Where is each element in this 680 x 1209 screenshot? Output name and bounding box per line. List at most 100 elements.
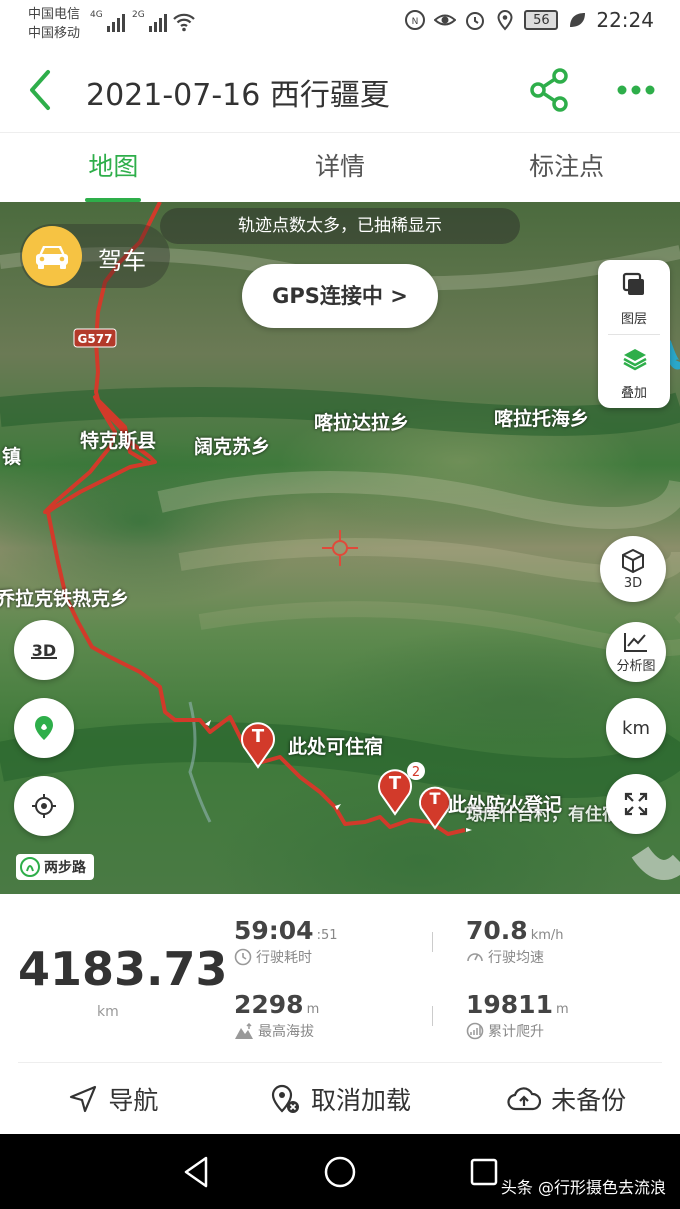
tab-bar: 地图 详情 标注点 [0, 132, 680, 202]
fullscreen-button[interactable] [606, 774, 666, 834]
svg-text:T: T [430, 789, 441, 808]
chevron-left-icon [30, 70, 50, 110]
climb-label: 累计爬升 [488, 1024, 544, 1040]
mountain-icon [235, 1022, 253, 1039]
signal-2-icon: 2G [132, 10, 167, 32]
map-notice: 轨迹点数太多，已抽稀显示 [160, 208, 520, 244]
stats-divider [18, 1062, 662, 1063]
climb-value: 19811 [466, 990, 553, 1019]
car-icon [22, 226, 82, 286]
distance-unit: km [97, 1004, 119, 1020]
max-altitude-value: 2298 [234, 990, 304, 1019]
carrier-labels: 中国电信 中国移动 [28, 5, 80, 43]
avg-speed-label: 行驶均速 [488, 950, 544, 966]
more-button[interactable] [612, 76, 660, 104]
overlay-label: 叠加 [620, 386, 647, 401]
max-altitude-unit: m [306, 1002, 320, 1017]
leaf-icon [570, 13, 586, 27]
tab-markers[interactable]: 标注点 [453, 133, 680, 202]
travel-mode-label: 驾车 [98, 247, 146, 275]
tab-map[interactable]: 地图 [0, 133, 227, 202]
eye-icon [434, 14, 457, 26]
svg-text:N: N [412, 17, 419, 27]
stack-icon [623, 349, 647, 371]
climb-unit: m [555, 1002, 569, 1017]
3d-tilt-button[interactable]: 3D [14, 620, 74, 680]
footprint-button[interactable] [14, 698, 74, 758]
line-chart-icon [624, 632, 647, 652]
clock-icon [234, 948, 252, 966]
3d-tilt-icon: 3D [31, 641, 57, 660]
marker-badge: 2 [412, 765, 420, 780]
cube-icon [622, 548, 644, 573]
analysis-label: 分析图 [616, 658, 656, 674]
track-stats: 4183.73 km 59:04:51 行驶耗时 70.8 km/h 行驶均速 2… [0, 894, 680, 1064]
divider [432, 932, 433, 952]
carrier-1: 中国电信 [28, 7, 81, 22]
alarm-icon [466, 12, 485, 30]
unit-button[interactable]: km [606, 698, 666, 758]
navigate-button[interactable]: 导航 [0, 1064, 227, 1134]
cancel-load-button[interactable]: 取消加载 [227, 1064, 454, 1134]
place-zhen: 镇 [2, 446, 22, 468]
brand-logo-icon [20, 857, 40, 877]
max-altitude-label: 最高海拔 [258, 1024, 314, 1040]
map-view[interactable]: G577 T T 2 T 轨迹点数太多，已抽稀显示 驾车 GPS连接中 > 图层… [0, 202, 680, 894]
avg-speed-value: 70.8 [466, 916, 528, 945]
action-bar: 导航 取消加载 未备份 [0, 1064, 680, 1134]
locate-button[interactable] [14, 776, 74, 836]
duration-seconds: :51 [316, 928, 338, 943]
footprint-pin-icon [35, 716, 53, 740]
backup-label: 未备份 [551, 1086, 627, 1115]
cancel-load-label: 取消加载 [311, 1086, 412, 1115]
share-icon [530, 68, 568, 112]
location-icon [497, 9, 513, 31]
square-recents-icon [470, 1158, 498, 1186]
layers-icon [622, 272, 644, 295]
app-header: 2021-07-16 西行疆夏 [0, 48, 680, 132]
brand-badge: 两步路 [16, 854, 94, 880]
cloud-upload-icon [507, 1087, 542, 1111]
place-tekes: 特克斯县 [80, 430, 157, 452]
circle-home-icon [324, 1156, 356, 1188]
3d-view-button[interactable]: 3D [600, 536, 666, 602]
svg-text:T: T [389, 773, 402, 794]
page-title: 2021-07-16 西行疆夏 [86, 78, 390, 113]
brand-label: 两步路 [44, 860, 86, 876]
status-bar: 中国电信 中国移动 4G 2G N 56 22:24 [0, 0, 680, 48]
expand-icon [624, 792, 648, 816]
nav-home-button[interactable] [322, 1154, 358, 1194]
travel-mode-button[interactable]: 驾车 [20, 224, 170, 288]
stat-duration: 59:04:51 行驶耗时 [234, 916, 338, 967]
road-sign: G577 [78, 332, 113, 346]
nav-recents-button[interactable] [468, 1156, 500, 1192]
place-village: 琼库什台村，有住宿 [466, 805, 619, 825]
navigate-label: 导航 [108, 1086, 159, 1115]
wifi-icon [173, 13, 195, 32]
watermark: 头条 @行形摄色去流浪 [500, 1178, 666, 1197]
duration-value: 59:04 [234, 916, 314, 945]
battery-icon: 56 [524, 10, 559, 30]
system-nav-bar: 头条 @行形摄色去流浪 [0, 1134, 680, 1209]
status-right: N 56 22:24 [404, 8, 654, 32]
signal-1-icon: 4G [90, 10, 125, 32]
gps-status-button[interactable]: GPS连接中 > [242, 264, 438, 328]
network-type-2: 2G [132, 10, 145, 20]
triangle-back-icon [184, 1156, 208, 1188]
layers-button[interactable]: 图层 [598, 260, 670, 334]
svg-text:T: T [252, 726, 265, 747]
divider [432, 1006, 433, 1026]
analysis-chart-button[interactable]: 分析图 [606, 622, 666, 682]
total-distance: 4183.73 [18, 942, 228, 996]
stat-max-altitude: 2298 m 最高海拔 [234, 990, 319, 1041]
stat-avg-speed: 70.8 km/h 行驶均速 [466, 916, 564, 967]
avg-speed-unit: km/h [530, 928, 564, 943]
duration-label: 行驶耗时 [256, 950, 312, 966]
3d-label: 3D [623, 575, 643, 591]
tab-details[interactable]: 详情 [227, 133, 454, 202]
back-button[interactable] [22, 66, 62, 114]
nav-back-button[interactable] [180, 1154, 212, 1194]
overlay-button[interactable]: 叠加 [598, 334, 670, 408]
backup-button[interactable]: 未备份 [453, 1064, 680, 1134]
share-button[interactable] [526, 66, 574, 114]
